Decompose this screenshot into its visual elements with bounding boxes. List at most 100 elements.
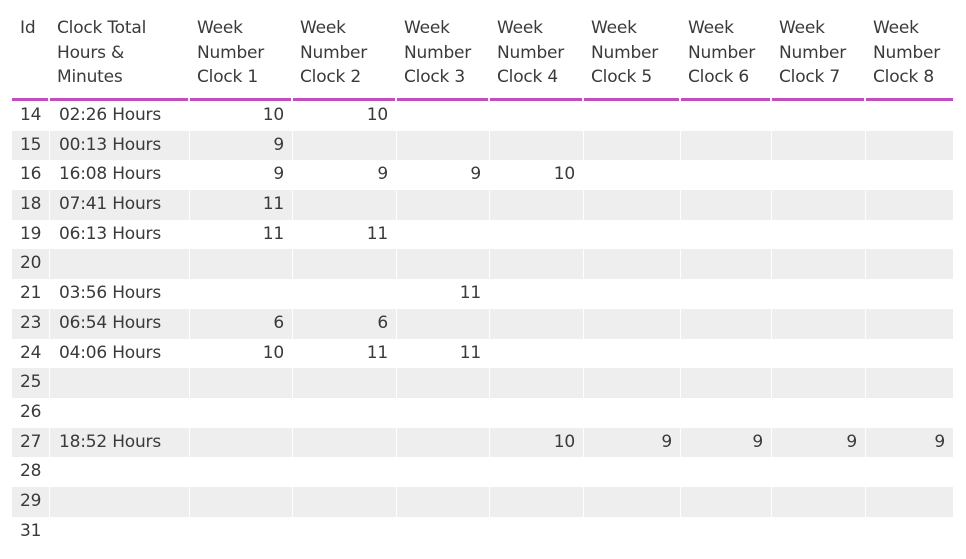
- table-row[interactable]: 31: [12, 516, 953, 547]
- column-header-id[interactable]: Id: [12, 0, 49, 98]
- cell-week-clock-6: [680, 368, 771, 398]
- cell-week-clock-1: 9: [189, 130, 292, 161]
- cell-week-clock-4: 10: [489, 160, 583, 191]
- table-row[interactable]: 27 18:52 Hours 10 9 9 9 9: [12, 427, 953, 458]
- cell-id: 26: [20, 401, 42, 422]
- cell-week-clock-2: [292, 190, 396, 220]
- cell-week-clock-8: [865, 486, 953, 517]
- cell-id: 14: [20, 105, 42, 125]
- table-row[interactable]: 21 03:56 Hours 11: [12, 279, 953, 309]
- cell-week-clock-8: [865, 368, 953, 398]
- cell-week-clock-1: [189, 397, 292, 428]
- cell-id: 16: [20, 164, 42, 185]
- cell-week-clock-6: [680, 308, 771, 339]
- column-header-week-clock-2[interactable]: Week Number Clock 2: [292, 0, 396, 98]
- cell-week-clock-2: [292, 457, 396, 487]
- cell-week-clock-2: [292, 516, 396, 547]
- column-header-week-clock-4[interactable]: Week Number Clock 4: [489, 0, 583, 98]
- cell-clock-total: 07:41 Hours: [49, 190, 189, 220]
- cell-week-clock-5: [583, 190, 680, 220]
- cell-week-clock-1: 11: [189, 190, 292, 220]
- cell-clock-total: 03:56 Hours: [49, 279, 189, 309]
- cell-week-clock-2: 11: [292, 219, 396, 250]
- cell-week-clock-6: [680, 279, 771, 309]
- cell-week-clock-1: [189, 516, 292, 547]
- cell-week-clock-4: [489, 516, 583, 547]
- cell-week-clock-8: [865, 308, 953, 339]
- header-divider: [582, 97, 584, 101]
- table-row[interactable]: 29: [12, 486, 953, 517]
- cell-week-clock-4: [489, 457, 583, 487]
- cell-clock-total: 02:26 Hours: [49, 101, 189, 131]
- cell-week-clock-5: [583, 338, 680, 369]
- column-header-week-clock-6[interactable]: Week Number Clock 6: [680, 0, 771, 98]
- column-header-week-clock-8[interactable]: Week Number Clock 8: [865, 0, 953, 98]
- cell-week-clock-2: [292, 427, 396, 458]
- cell-week-clock-1: 11: [189, 219, 292, 250]
- cell-week-clock-7: [771, 130, 865, 161]
- cell-id: 27: [20, 431, 42, 452]
- cell-week-clock-1: [189, 279, 292, 309]
- cell-week-clock-5: [583, 397, 680, 428]
- table-row[interactable]: 16 16:08 Hours 9 9 9 10: [12, 160, 953, 191]
- column-header-week-clock-5[interactable]: Week Number Clock 5: [583, 0, 680, 98]
- cell-week-clock-5: [583, 101, 680, 131]
- cell-week-clock-2: 11: [292, 338, 396, 369]
- table-row[interactable]: 23 06:54 Hours 6 6: [12, 308, 953, 339]
- table-row[interactable]: 25: [12, 368, 953, 398]
- cell-id: 25: [20, 372, 42, 393]
- table-row[interactable]: 26: [12, 397, 953, 428]
- cell-week-clock-2: 6: [292, 308, 396, 339]
- table-row[interactable]: 15 00:13 Hours 9: [12, 130, 953, 161]
- table-row[interactable]: 24 04:06 Hours 10 11 11: [12, 338, 953, 369]
- cell-week-clock-3: [396, 190, 489, 220]
- cell-week-clock-6: [680, 130, 771, 161]
- header-divider: [864, 97, 866, 101]
- cell-week-clock-8: [865, 249, 953, 280]
- cell-week-clock-4: [489, 338, 583, 369]
- cell-week-clock-4: [489, 249, 583, 280]
- cell-week-clock-8: [865, 397, 953, 428]
- cell-week-clock-1: 6: [189, 308, 292, 339]
- cell-week-clock-2: [292, 249, 396, 280]
- cell-week-clock-7: [771, 338, 865, 369]
- cell-week-clock-3: [396, 308, 489, 339]
- cell-week-clock-7: [771, 397, 865, 428]
- cell-week-clock-5: [583, 219, 680, 250]
- cell-week-clock-5: [583, 130, 680, 161]
- column-header-week-clock-1[interactable]: Week Number Clock 1: [189, 0, 292, 98]
- cell-week-clock-4: 10: [489, 427, 583, 458]
- cell-week-clock-1: 10: [189, 338, 292, 369]
- cell-week-clock-1: [189, 249, 292, 280]
- cell-week-clock-4: [489, 279, 583, 309]
- cell-week-clock-6: 9: [680, 427, 771, 458]
- cell-week-clock-2: [292, 279, 396, 309]
- column-header-clock-total[interactable]: Clock Total Hours & Minutes: [49, 0, 189, 98]
- cell-id: 19: [20, 223, 42, 244]
- cell-clock-total: 18:52 Hours: [49, 427, 189, 458]
- cell-week-clock-8: [865, 160, 953, 191]
- column-header-week-clock-7[interactable]: Week Number Clock 7: [771, 0, 865, 98]
- cell-week-clock-3: [396, 368, 489, 398]
- cell-clock-total: 00:13 Hours: [49, 130, 189, 161]
- cell-week-clock-4: [489, 101, 583, 131]
- table-row[interactable]: 28: [12, 457, 953, 487]
- table-row[interactable]: 19 06:13 Hours 11 11: [12, 219, 953, 250]
- cell-week-clock-5: [583, 308, 680, 339]
- column-header-week-clock-3[interactable]: Week Number Clock 3: [396, 0, 489, 98]
- table-row[interactable]: 18 07:41 Hours 11: [12, 190, 953, 220]
- cell-week-clock-2: [292, 368, 396, 398]
- header-divider: [770, 97, 772, 101]
- table-row[interactable]: 20: [12, 249, 953, 280]
- header-divider: [48, 97, 50, 101]
- cell-week-clock-5: [583, 457, 680, 487]
- cell-week-clock-6: [680, 190, 771, 220]
- cell-week-clock-8: [865, 457, 953, 487]
- cell-week-clock-4: [489, 219, 583, 250]
- cell-week-clock-8: [865, 338, 953, 369]
- table-row[interactable]: 14 02:26 Hours 10 10: [12, 101, 953, 131]
- cell-week-clock-6: [680, 338, 771, 369]
- cell-clock-total: [49, 249, 189, 280]
- cell-week-clock-1: 9: [189, 160, 292, 191]
- cell-week-clock-7: [771, 249, 865, 280]
